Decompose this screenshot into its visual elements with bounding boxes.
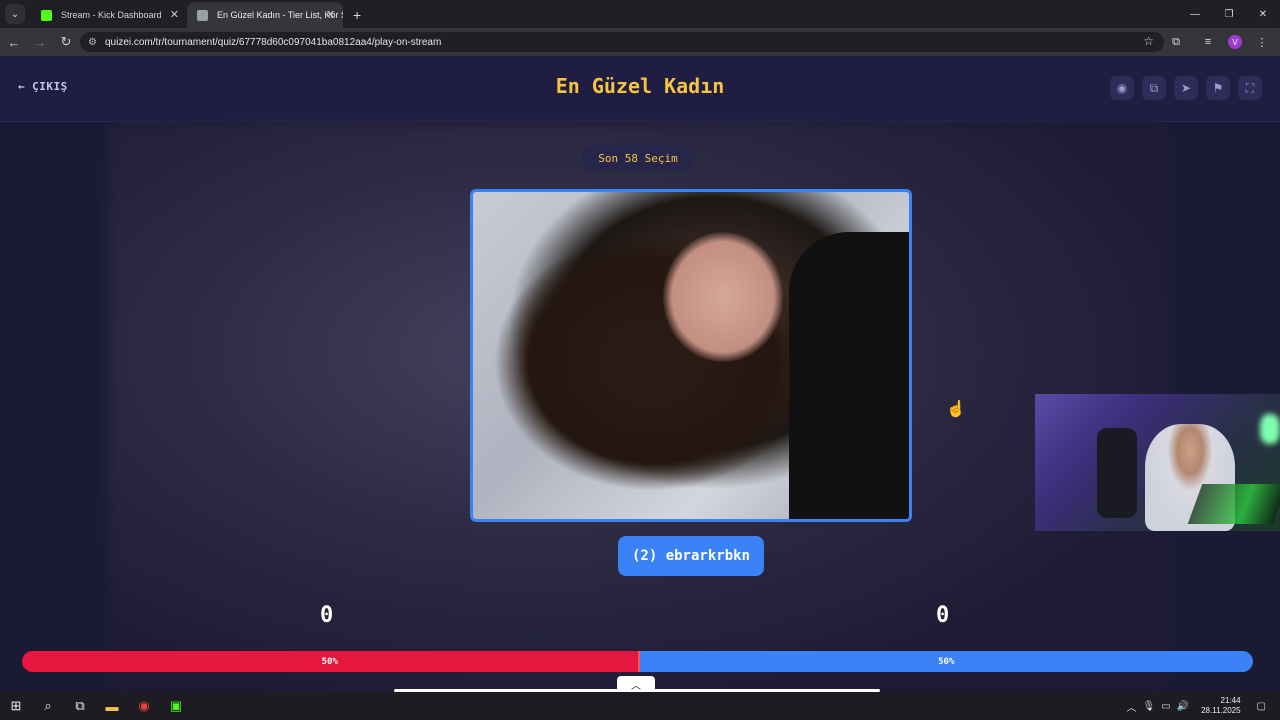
new-tab-icon[interactable]: + — [353, 7, 361, 23]
profile-avatar[interactable]: V — [1228, 35, 1242, 49]
quizei-favicon-icon — [197, 10, 208, 21]
forward-arrow-icon[interactable]: → — [28, 30, 52, 54]
window-controls: — ❐ ✕ — [1178, 0, 1280, 28]
file-explorer-icon[interactable]: ▬ — [96, 692, 128, 720]
tab-title: Stream - Kick Dashboard — [61, 10, 162, 20]
window-close-icon[interactable]: ✕ — [1246, 0, 1280, 28]
browser-toolbar: ⧉ ≡ V ⋮ — [1164, 32, 1274, 52]
extensions-icon[interactable]: ⧉ — [1164, 32, 1188, 52]
tab-title: En Güzel Kadın - Tier List, Kör S — [217, 10, 343, 20]
reload-icon[interactable]: ↻ — [54, 30, 78, 54]
minimize-icon[interactable]: — — [1178, 0, 1212, 28]
webcam-keyboard-shape — [1187, 484, 1280, 524]
header-actions: ◉ ⧉ ➤ ⚑ ⛶ — [1110, 76, 1262, 100]
task-view-icon[interactable]: ⧉ — [64, 692, 96, 720]
address-bar-row: ← → ↻ ⚙ quizei.com/tr/tournament/quiz/67… — [0, 28, 1280, 56]
browser-menu-icon[interactable]: ⋮ — [1250, 32, 1274, 52]
page-title: En Güzel Kadın — [555, 74, 725, 98]
media-control-icon[interactable]: ≡ — [1196, 32, 1220, 52]
clock-time: 21:44 — [1220, 696, 1241, 705]
game-stage: Son 58 Seçim (2) ebrarkrbkn 0 0 50% 50% … — [0, 123, 1280, 692]
back-arrow-icon[interactable]: ← — [2, 30, 26, 54]
system-tray: ︿ 🎙 ▭ 🔊 21:44 28.11.2025 ▢ — [1126, 692, 1266, 720]
flag-icon[interactable]: ⚑ — [1206, 76, 1230, 100]
search-icon[interactable]: ⌕ — [32, 692, 64, 720]
volume-icon[interactable]: 🔊 — [1177, 701, 1189, 712]
chrome-icon[interactable]: ◉ — [128, 692, 160, 720]
webcam-chair-shape — [1097, 428, 1137, 518]
fullscreen-icon[interactable]: ⛶ — [1238, 76, 1262, 100]
score-right: 0 — [936, 603, 950, 628]
candidate-name-button[interactable]: (2) ebrarkrbkn — [618, 536, 764, 576]
windows-taskbar: ⊞ ⌕ ⧉ ▬ ◉ ▣ ︿ 🎙 ▭ 🔊 21:44 28.11.2025 ▢ — [0, 692, 1280, 720]
close-tab-icon[interactable]: ✕ — [326, 8, 335, 21]
url-text: quizei.com/tr/tournament/quiz/67778d60c0… — [104, 36, 442, 48]
page-header: ← ÇIKIŞ En Güzel Kadın ◉ ⧉ ➤ ⚑ ⛶ — [0, 56, 1280, 122]
mouse-cursor-icon: ☝ — [946, 401, 966, 418]
windows-start-icon[interactable]: ⊞ — [0, 692, 32, 720]
eye-icon[interactable]: ◉ — [1110, 76, 1134, 100]
url-field[interactable]: ⚙ quizei.com/tr/tournament/quiz/67778d60… — [80, 32, 1164, 52]
notifications-icon[interactable]: ▢ — [1257, 701, 1266, 712]
close-tab-icon[interactable]: ✕ — [170, 8, 179, 21]
candidate-photo[interactable] — [470, 189, 912, 522]
vote-left-segment: 50% — [22, 651, 638, 672]
photo-shirt-shape — [789, 232, 909, 519]
drawer-chevron-up-icon[interactable]: ︿ — [617, 676, 655, 692]
bookmark-star-icon[interactable]: ☆ — [1143, 34, 1154, 48]
tab-quizei[interactable]: En Güzel Kadın - Tier List, Kör S ✕ — [187, 2, 343, 28]
score-left: 0 — [320, 603, 334, 628]
kick-favicon-icon — [41, 10, 52, 21]
clock-date: 28.11.2025 — [1201, 706, 1241, 715]
restore-icon[interactable]: ❐ — [1212, 0, 1246, 28]
network-icon[interactable]: ▭ — [1161, 701, 1170, 712]
webcam-overlay — [1035, 394, 1280, 531]
site-info-icon[interactable]: ⚙ — [88, 37, 97, 48]
quiz-page: ← ÇIKIŞ En Güzel Kadın ◉ ⧉ ➤ ⚑ ⛶ Son 58 … — [0, 56, 1280, 692]
browser-tab-bar: ⌄ Stream - Kick Dashboard ✕ En Güzel Kad… — [0, 0, 1280, 28]
send-icon[interactable]: ➤ — [1174, 76, 1198, 100]
tab-search-chevron-icon[interactable]: ⌄ — [5, 4, 25, 24]
vote-right-segment: 50% — [637, 651, 1253, 672]
tab-kick-dashboard[interactable]: Stream - Kick Dashboard ✕ — [31, 2, 187, 28]
share-icon[interactable]: ⧉ — [1142, 76, 1166, 100]
photo-face-shape — [663, 232, 783, 362]
clock[interactable]: 21:44 28.11.2025 — [1201, 696, 1240, 716]
vote-progress-bar: 50% 50% — [22, 651, 1253, 672]
microphone-icon[interactable]: 🎙 — [1142, 701, 1155, 712]
streaming-app-icon[interactable]: ▣ — [160, 692, 192, 720]
tray-chevron-up-icon[interactable]: ︿ — [1126, 699, 1136, 714]
round-badge: Son 58 Seçim — [582, 145, 694, 171]
webcam-light-shape — [1260, 414, 1280, 444]
